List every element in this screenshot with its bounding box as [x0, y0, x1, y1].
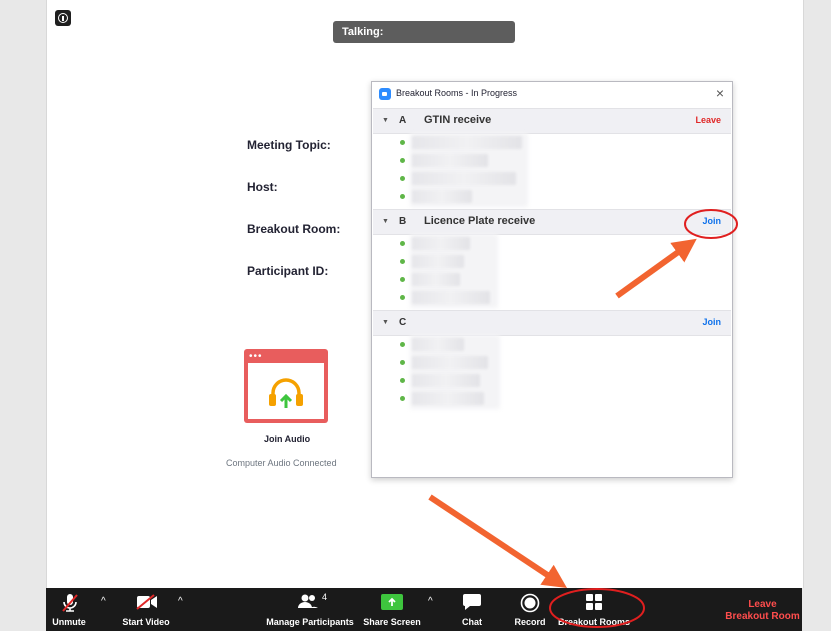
- host-label: Host:: [247, 180, 278, 194]
- room-letter: A: [399, 115, 407, 126]
- room-letter: C: [399, 317, 407, 328]
- record-label: Record: [514, 617, 546, 627]
- share-screen-label: Share Screen: [363, 617, 421, 627]
- record-icon: [520, 593, 540, 613]
- status-dot: [400, 241, 405, 246]
- meeting-toolbar: Unmute ^ Start Video ^ 4 Manage Particip…: [46, 588, 802, 631]
- leave-label-line2: Breakout Room: [725, 611, 800, 622]
- blurred-name: [412, 356, 488, 369]
- share-screen-button[interactable]: Share Screen: [363, 588, 421, 631]
- status-dot: [400, 277, 405, 282]
- breakout-rooms-label: Breakout Rooms: [557, 617, 631, 627]
- leave-label-line1: Leave: [748, 599, 777, 610]
- blurred-name: [412, 392, 484, 405]
- headphones-upload-icon: [269, 378, 303, 408]
- blurred-name: [412, 255, 464, 268]
- chat-button[interactable]: Chat: [454, 588, 490, 631]
- blurred-name: [412, 338, 464, 351]
- chevron-down-icon[interactable]: ▼: [382, 319, 389, 326]
- status-dot: [400, 342, 405, 347]
- blurred-name: [412, 190, 472, 203]
- chat-label: Chat: [462, 617, 482, 627]
- room-name: GTIN receive: [424, 114, 492, 126]
- audio-options-caret[interactable]: ^: [101, 596, 106, 607]
- status-dot: [400, 295, 405, 300]
- room-header-c[interactable]: ▼ C Join: [373, 310, 731, 336]
- share-options-caret[interactable]: ^: [428, 596, 433, 607]
- participant-count: 4: [322, 592, 328, 602]
- participants-icon: [298, 594, 318, 608]
- status-dot: [400, 194, 405, 199]
- blurred-name: [412, 136, 522, 149]
- chevron-down-icon[interactable]: ▼: [382, 218, 389, 225]
- join-audio-button[interactable]: •••: [244, 349, 328, 423]
- dialog-title: Breakout Rooms - In Progress: [396, 88, 518, 98]
- status-dot: [400, 396, 405, 401]
- dialog-title-bar: Breakout Rooms - In Progress ×: [372, 82, 732, 106]
- unmute-button[interactable]: Unmute: [46, 588, 92, 631]
- room-header-a[interactable]: ▼ A GTIN receive Leave: [373, 108, 731, 134]
- video-muted-icon: [136, 594, 157, 610]
- participant-id-label: Participant ID:: [247, 264, 329, 278]
- room-name: Licence Plate receive: [424, 215, 536, 227]
- video-options-caret[interactable]: ^: [178, 596, 183, 607]
- meeting-topic-label: Meeting Topic:: [247, 138, 331, 152]
- room-letter: B: [399, 216, 407, 227]
- status-dot: [400, 378, 405, 383]
- record-button[interactable]: Record: [510, 588, 550, 631]
- manage-participants-button[interactable]: 4 Manage Participants: [262, 588, 358, 631]
- talking-indicator: Talking:: [333, 21, 515, 43]
- blurred-name: [412, 172, 516, 185]
- room-header-b[interactable]: ▼ B Licence Plate receive Join: [373, 209, 731, 235]
- manage-participants-label: Manage Participants: [266, 617, 354, 627]
- meeting-info-button[interactable]: [55, 10, 71, 26]
- info-icon: [58, 13, 68, 23]
- close-icon[interactable]: ×: [716, 85, 724, 101]
- leave-room-a-button[interactable]: Leave: [695, 115, 721, 125]
- blurred-name: [412, 273, 460, 286]
- window-dots-icon: •••: [249, 351, 263, 362]
- breakout-rooms-button[interactable]: Breakout Rooms: [558, 588, 630, 631]
- join-room-c-button[interactable]: Join: [702, 317, 721, 327]
- join-room-b-button[interactable]: Join: [702, 216, 721, 226]
- breakout-room-label: Breakout Room:: [247, 222, 341, 236]
- leave-breakout-room-button[interactable]: Leave Breakout Room: [725, 599, 800, 623]
- microphone-muted-icon: [62, 594, 78, 612]
- share-screen-icon: [381, 594, 403, 610]
- status-dot: [400, 176, 405, 181]
- breakout-rooms-icon: [586, 594, 602, 610]
- blurred-name: [412, 374, 480, 387]
- status-dot: [400, 259, 405, 264]
- zoom-app-icon: [379, 88, 391, 100]
- blurred-name: [412, 154, 488, 167]
- start-video-label: Start Video: [122, 617, 170, 627]
- chat-icon: [463, 594, 481, 610]
- audio-status-text: Computer Audio Connected: [226, 458, 337, 468]
- status-dot: [400, 158, 405, 163]
- unmute-label: Unmute: [52, 617, 86, 627]
- breakout-rooms-dialog: Breakout Rooms - In Progress × ▼ A GTIN …: [371, 81, 733, 478]
- join-audio-label: Join Audio: [264, 434, 311, 444]
- status-dot: [400, 140, 405, 145]
- chevron-down-icon[interactable]: ▼: [382, 117, 389, 124]
- status-dot: [400, 360, 405, 365]
- start-video-button[interactable]: Start Video: [116, 588, 176, 631]
- blurred-name: [412, 237, 470, 250]
- blurred-name: [412, 291, 490, 304]
